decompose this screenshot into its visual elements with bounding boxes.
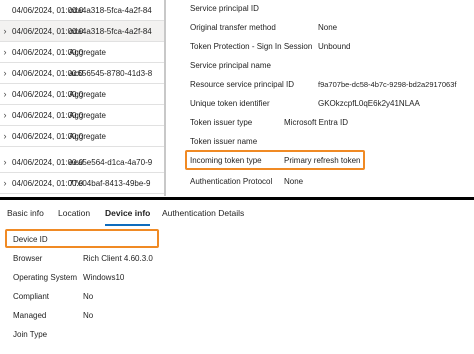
detail-label: Resource service principal ID <box>190 79 295 89</box>
detail-value: Microsoft Entra ID <box>284 117 349 127</box>
device-field-join-type: Join Type <box>13 326 47 342</box>
detail-label: Unique token identifier <box>190 98 270 108</box>
chevron-right-icon[interactable]: › <box>0 157 10 167</box>
row-date: 04/06/2024, 01:00:0 <box>12 131 84 141</box>
detail-label: Service principal ID <box>190 3 259 13</box>
sign-in-panel: › 04/06/2024, 01:00:0 cda4a318-5fca-4a2f… <box>0 0 474 196</box>
row-value: cda4a318-5fca-4a2f-84 <box>69 26 152 36</box>
highlight-box-incoming-token-type <box>185 150 365 170</box>
detail-service-principal-name: Service principal name <box>190 57 271 73</box>
device-field-managed: Managed <box>13 307 46 323</box>
detail-service-principal-id: Service principal ID <box>190 0 259 16</box>
field-label: Join Type <box>13 329 48 339</box>
table-row[interactable]: › 04/06/2024, 01:00:0 Aggregate <box>0 105 166 126</box>
table-row[interactable]: › 04/06/2024, 01:00:0 77e04baf-8413-49be… <box>0 173 166 194</box>
field-label: Compliant <box>13 291 50 301</box>
row-date: 04/06/2024, 01:00:0 <box>12 178 84 188</box>
detail-value: None <box>284 176 304 186</box>
row-date: 04/06/2024, 01:00:0 <box>12 110 84 120</box>
detail-label: Token issuer name <box>190 136 258 146</box>
detail-token-issuer-type: Token issuer type Microsoft Entra ID <box>190 114 348 130</box>
detail-label: Token issuer type <box>190 117 253 127</box>
row-value: cda4a318-5fca-4a2f-84 <box>69 5 152 15</box>
field-label: Managed <box>13 310 47 320</box>
tab-device-info[interactable]: Device info <box>105 208 151 228</box>
table-row[interactable]: › 04/06/2024, 01:00:0 eea5e564-d1ca-4a70… <box>0 152 166 173</box>
list-scrollbar[interactable] <box>164 0 166 196</box>
field-label: Operating System <box>13 272 78 282</box>
row-date: 04/06/2024, 01:00:0 <box>12 5 84 15</box>
chevron-right-icon[interactable]: › <box>0 26 10 36</box>
detail-value: GKOkzcpfL0qE6k2y41NLAA <box>318 98 420 108</box>
device-field-browser: Browser <box>13 250 42 266</box>
row-value: Aggregate <box>69 47 106 57</box>
detail-token-issuer-name: Token issuer name <box>190 133 257 149</box>
row-date: 04/06/2024, 01:00:0 <box>12 89 84 99</box>
detail-value: Unbound <box>318 41 351 51</box>
chevron-right-icon[interactable]: › <box>0 178 10 188</box>
detail-authentication-protocol: Authentication Protocol None <box>190 173 303 189</box>
table-row[interactable]: › 04/06/2024, 01:00:0 cda4a318-5fca-4a2f… <box>0 0 166 21</box>
table-row[interactable]: › 04/06/2024, 01:00:0 ac656545-8780-41d3… <box>0 63 166 84</box>
chevron-right-icon[interactable]: › <box>0 47 10 57</box>
field-label: Browser <box>13 253 43 263</box>
detail-label: Service principal name <box>190 60 271 70</box>
table-row[interactable]: › 04/06/2024, 01:00:0 Aggregate <box>0 42 166 63</box>
field-value: Rich Client 4.60.3.0 <box>83 254 153 263</box>
device-field-compliant: Compliant <box>13 288 49 304</box>
chevron-right-icon[interactable]: › <box>0 89 10 99</box>
row-date: 04/06/2024, 01:00:0 <box>12 47 84 57</box>
detail-original-transfer-method: Original transfer method None <box>190 19 337 35</box>
detail-resource-service-principal-id: Resource service principal ID f9a707be-d… <box>190 76 456 92</box>
row-date: 04/06/2024, 01:00:0 <box>12 26 84 36</box>
table-row[interactable]: › 04/06/2024, 01:00:0 cda4a318-5fca-4a2f… <box>0 21 166 42</box>
detail-unique-token-identifier: Unique token identifier GKOkzcpfL0qE6k2y… <box>190 95 420 111</box>
row-value: Aggregate <box>69 89 106 99</box>
detail-label: Token Protection - Sign In Session <box>190 41 313 51</box>
field-value: Windows10 <box>83 273 125 282</box>
detail-label: Authentication Protocol <box>190 176 273 186</box>
row-value: ac656545-8780-41d3-8 <box>69 68 153 78</box>
chevron-right-icon[interactable]: › <box>0 68 10 78</box>
chevron-right-icon[interactable]: › <box>0 131 10 141</box>
field-value: No <box>83 292 94 301</box>
chevron-right-icon[interactable]: › <box>0 110 10 120</box>
tab-location[interactable]: Location <box>58 208 90 228</box>
table-row[interactable]: › 04/06/2024, 01:00:0 Aggregate <box>0 84 166 105</box>
sign-in-list: › 04/06/2024, 01:00:0 cda4a318-5fca-4a2f… <box>0 0 166 196</box>
detail-token-protection: Token Protection - Sign In Session Unbou… <box>190 38 350 54</box>
row-value: 77e04baf-8413-49be-9 <box>69 178 151 188</box>
detail-value: None <box>318 22 338 32</box>
table-row[interactable]: › 04/06/2024, 01:00:0 Aggregate <box>0 126 166 147</box>
detail-label: Original transfer method <box>190 22 276 32</box>
tab-basic-info[interactable]: Basic info <box>7 208 44 228</box>
row-value: eea5e564-d1ca-4a70-9 <box>69 157 153 167</box>
row-value: Aggregate <box>69 131 106 141</box>
device-field-operating-system: Operating System <box>13 269 77 285</box>
device-info-panel: Basic info Location Device info Authenti… <box>0 200 474 354</box>
highlight-box-device-id <box>5 229 159 248</box>
row-date: 04/06/2024, 01:00:0 <box>12 157 84 167</box>
row-value: Aggregate <box>69 110 106 120</box>
row-date: 04/06/2024, 01:00:0 <box>12 68 84 78</box>
field-value: No <box>83 311 94 320</box>
tab-authentication-details[interactable]: Authentication Details <box>162 208 244 228</box>
detail-value: f9a707be-dc58-4b7c-9298-bd2a2917063f <box>318 79 457 89</box>
